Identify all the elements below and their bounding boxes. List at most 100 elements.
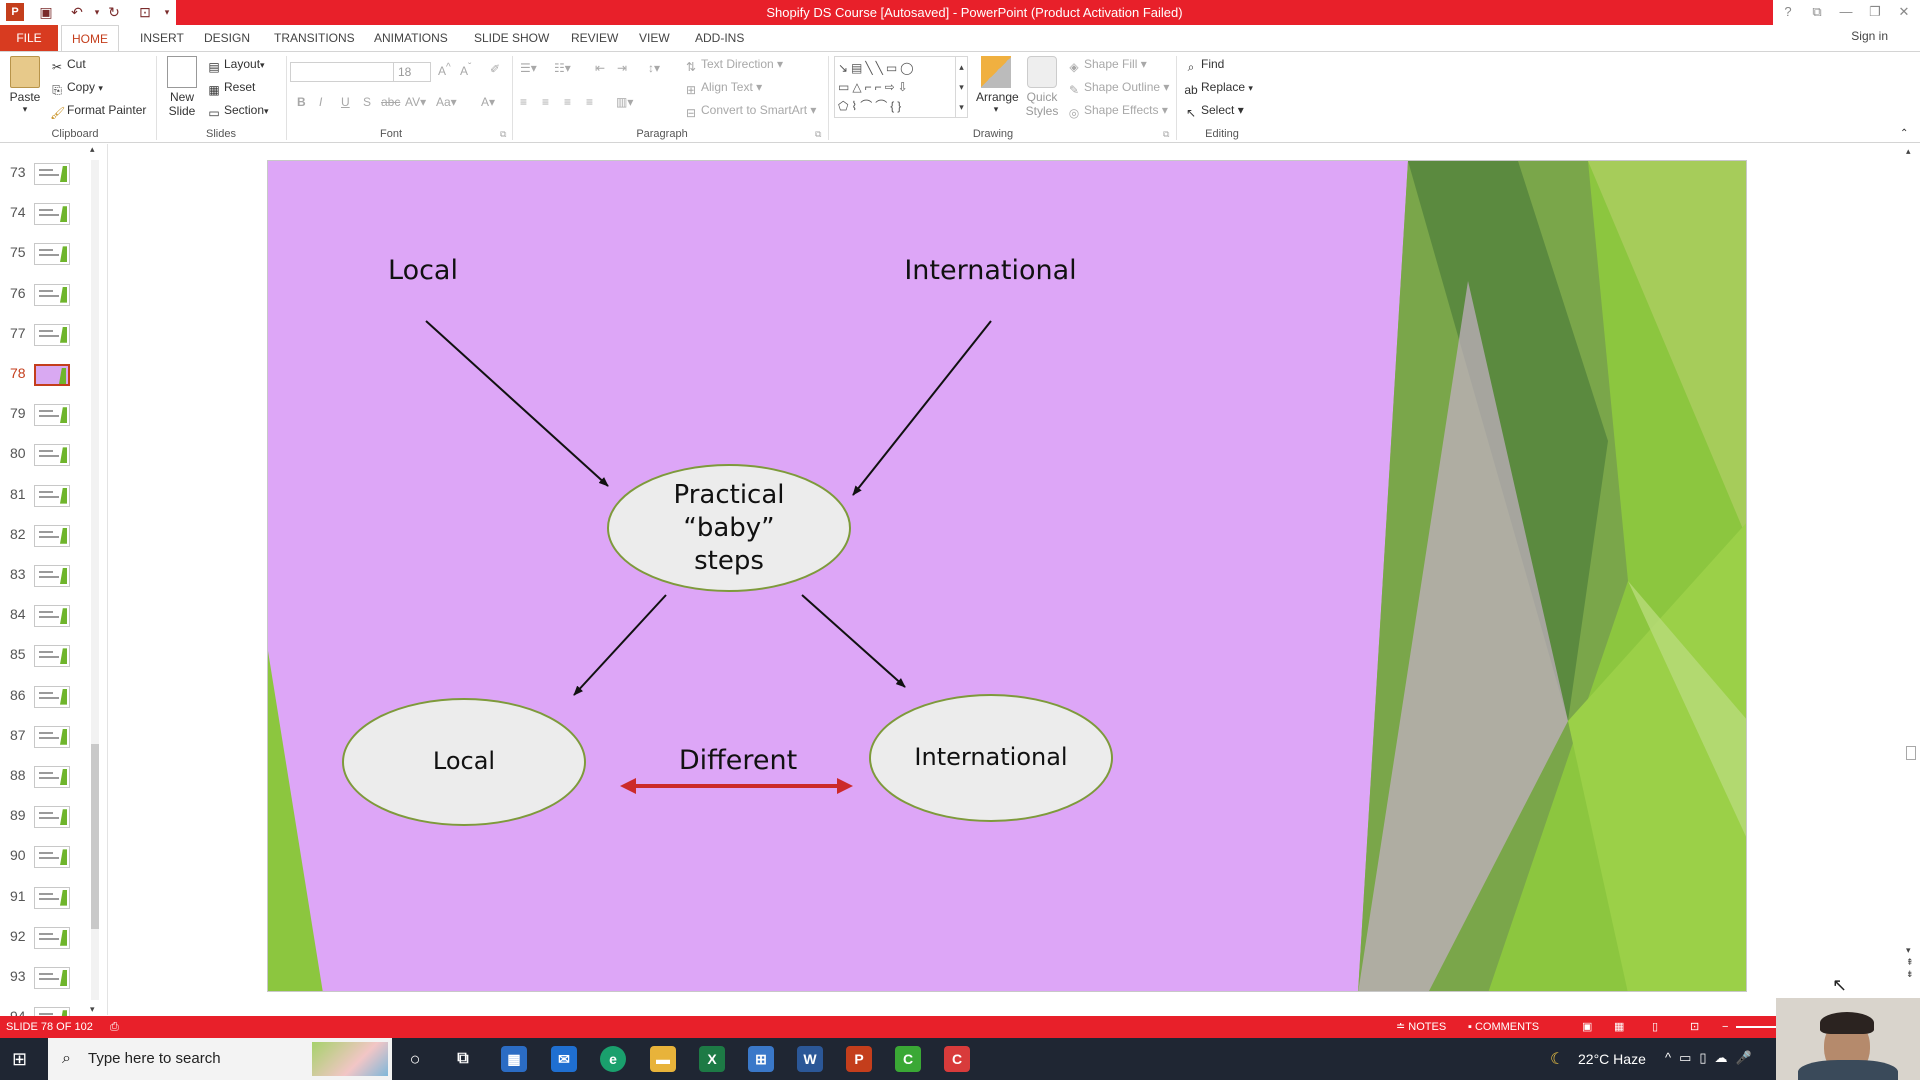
replace-dropdown-icon[interactable]: ▾ (1248, 83, 1253, 93)
shapes-more-icon[interactable]: ▴ ▾ ▾ (955, 57, 967, 117)
align-text-button[interactable]: ⊞ Align Text ▾ (684, 80, 762, 97)
thumbnail-image[interactable] (34, 203, 70, 226)
label-local-top[interactable]: Local (338, 255, 508, 286)
scroll-up-icon[interactable]: ▴ (1906, 146, 1911, 157)
decrease-font-size-icon[interactable]: Aˇ (460, 62, 471, 78)
edge-browser-icon[interactable]: e (600, 1046, 626, 1072)
thumbnail-slide-item[interactable]: 84 (0, 602, 100, 642)
font-dialog-launcher-icon[interactable]: ⧉ (500, 129, 506, 140)
thumbnail-image[interactable] (34, 404, 70, 427)
section-button[interactable]: ▭ Section▾ (207, 103, 268, 120)
thumbnail-slide-item[interactable]: 79 (0, 401, 100, 441)
paragraph-dialog-launcher-icon[interactable]: ⧉ (815, 129, 821, 140)
task-view-icon[interactable]: ⧉ (450, 1046, 476, 1072)
start-slideshow-icon[interactable]: ⊡ (136, 3, 154, 21)
sign-in-link[interactable]: Sign in (1851, 29, 1888, 43)
shape-effects-button[interactable]: ◎ Shape Effects ▾ (1067, 103, 1168, 120)
slide-canvas[interactable]: Local International Practical “baby” ste… (267, 160, 1747, 992)
thumbnail-slide-item[interactable]: 76 (0, 281, 100, 321)
thumbnail-image[interactable] (34, 323, 70, 346)
thumbnail-image[interactable] (34, 605, 70, 628)
cut-button[interactable]: ✂ Cut (50, 57, 86, 74)
copy-dropdown-icon[interactable]: ▾ (98, 83, 103, 93)
underline-icon[interactable]: U (341, 95, 350, 109)
close-icon[interactable]: ✕ (1893, 2, 1915, 22)
thumbnail-image[interactable] (34, 524, 70, 547)
thumbnail-slide-item[interactable]: 82 (0, 522, 100, 562)
arrange-button[interactable]: Arrange ▾ (976, 56, 1019, 115)
customize-toolbar-icon[interactable]: ▾ (158, 3, 176, 21)
weather-text[interactable]: 22°C Haze (1578, 1051, 1646, 1067)
slideshow-view-icon[interactable]: ⊡ (1690, 1016, 1699, 1038)
drawing-dialog-launcher-icon[interactable]: ⧉ (1163, 129, 1169, 140)
restore-icon[interactable]: ❐ (1864, 2, 1886, 22)
align-right-icon[interactable]: ≡ (564, 95, 571, 109)
store-icon[interactable]: ⊞ (748, 1046, 774, 1072)
quick-styles-button[interactable]: Quick Styles (1022, 56, 1062, 118)
slide-sorter-icon[interactable]: ▦ (1614, 1016, 1624, 1038)
italic-icon[interactable]: I (319, 95, 322, 109)
shape-fill-button[interactable]: ◈ Shape Fill ▾ (1067, 57, 1146, 74)
layout-button[interactable]: ▤ Layout▾ (207, 57, 264, 74)
ribbon-display-options-icon[interactable]: ⧉ (1806, 2, 1828, 22)
shape-outline-button[interactable]: ✎ Shape Outline ▾ (1067, 80, 1169, 97)
thumbnail-slide-item[interactable]: 75 (0, 240, 100, 280)
tab-animations[interactable]: ANIMATIONS (364, 25, 458, 51)
select-button[interactable]: ↖ Select ▾ (1184, 103, 1244, 120)
change-case-icon[interactable]: Aa▾ (436, 95, 457, 109)
increase-font-size-icon[interactable]: A^ (438, 62, 451, 78)
redo-icon[interactable]: ↻ (105, 3, 123, 21)
reset-button[interactable]: ▦ Reset (207, 80, 255, 97)
thumbnail-image[interactable] (34, 766, 70, 788)
system-tray-icons[interactable]: ^▭▯☁🎤 (1665, 1050, 1760, 1066)
thumbnail-slide-item[interactable]: 92 (0, 924, 100, 964)
reading-view-icon[interactable]: ▯ (1652, 1016, 1658, 1038)
zoom-slider[interactable] (1736, 1026, 1776, 1028)
align-left-icon[interactable]: ≡ (520, 95, 527, 109)
thumbnail-image[interactable] (34, 645, 70, 668)
taskbar-search-input[interactable]: ⌕ Type here to search (48, 1038, 392, 1080)
replace-button[interactable]: ab Replace ▾ (1184, 80, 1253, 97)
font-size-select[interactable]: 18 (393, 62, 431, 82)
spellcheck-icon[interactable]: ⎙ (110, 1016, 119, 1038)
thumbnail-image[interactable] (34, 444, 70, 467)
thumbnail-slide-item[interactable]: 73 (0, 160, 100, 200)
thumbnail-image[interactable] (34, 926, 70, 949)
numbering-icon[interactable]: ☷▾ (554, 61, 571, 75)
thumbnail-slide-item[interactable]: 74 (0, 200, 100, 240)
thumbnail-image[interactable] (34, 725, 70, 748)
thumbnail-slide-item[interactable]: 78 (0, 361, 100, 401)
word-icon[interactable]: W (797, 1046, 823, 1072)
comments-button[interactable]: ▪ COMMENTS (1468, 1016, 1539, 1038)
text-direction-button[interactable]: ⇅ Text Direction ▾ (684, 57, 783, 74)
minimize-icon[interactable]: — (1835, 2, 1857, 22)
tab-home[interactable]: HOME (61, 25, 119, 52)
scroll-thumb[interactable] (1906, 746, 1916, 760)
thumbnail-slide-item[interactable]: 77 (0, 321, 100, 361)
camtasia-green-icon[interactable]: C (895, 1046, 921, 1072)
format-painter-button[interactable]: 🖌 Format Painter (50, 103, 146, 120)
file-explorer-icon[interactable]: ▬ (650, 1046, 676, 1072)
scroll-thumb[interactable] (91, 744, 99, 929)
excel-icon[interactable]: X (699, 1046, 725, 1072)
line-spacing-icon[interactable]: ↕▾ (648, 61, 660, 75)
undo-dropdown-icon[interactable]: ▾ (88, 3, 106, 21)
windows-start-icon[interactable]: ⊞ (12, 1049, 27, 1070)
thumbnail-image[interactable] (34, 685, 70, 708)
thumbnail-slide-item[interactable]: 90 (0, 843, 100, 883)
decrease-indent-icon[interactable]: ⇤ (595, 61, 605, 75)
help-icon[interactable]: ? (1777, 2, 1799, 22)
thumbnail-image[interactable] (34, 243, 70, 266)
new-slide-button[interactable]: New Slide (162, 56, 202, 118)
font-color-icon[interactable]: A▾ (481, 95, 495, 109)
powerpoint-icon[interactable]: P (846, 1046, 872, 1072)
zoom-out-icon[interactable]: − (1722, 1016, 1728, 1038)
tab-insert[interactable]: INSERT (130, 25, 194, 51)
thumbnail-image[interactable] (34, 886, 70, 909)
thumbnail-scrollbar[interactable]: ▴ ▾ (88, 144, 102, 1015)
tab-review[interactable]: REVIEW (561, 25, 628, 51)
label-international-bottom[interactable]: International (891, 743, 1091, 771)
columns-icon[interactable]: ▥▾ (616, 95, 633, 109)
label-local-bottom[interactable]: Local (384, 747, 544, 775)
thumbnail-slide-item[interactable]: 91 (0, 884, 100, 924)
